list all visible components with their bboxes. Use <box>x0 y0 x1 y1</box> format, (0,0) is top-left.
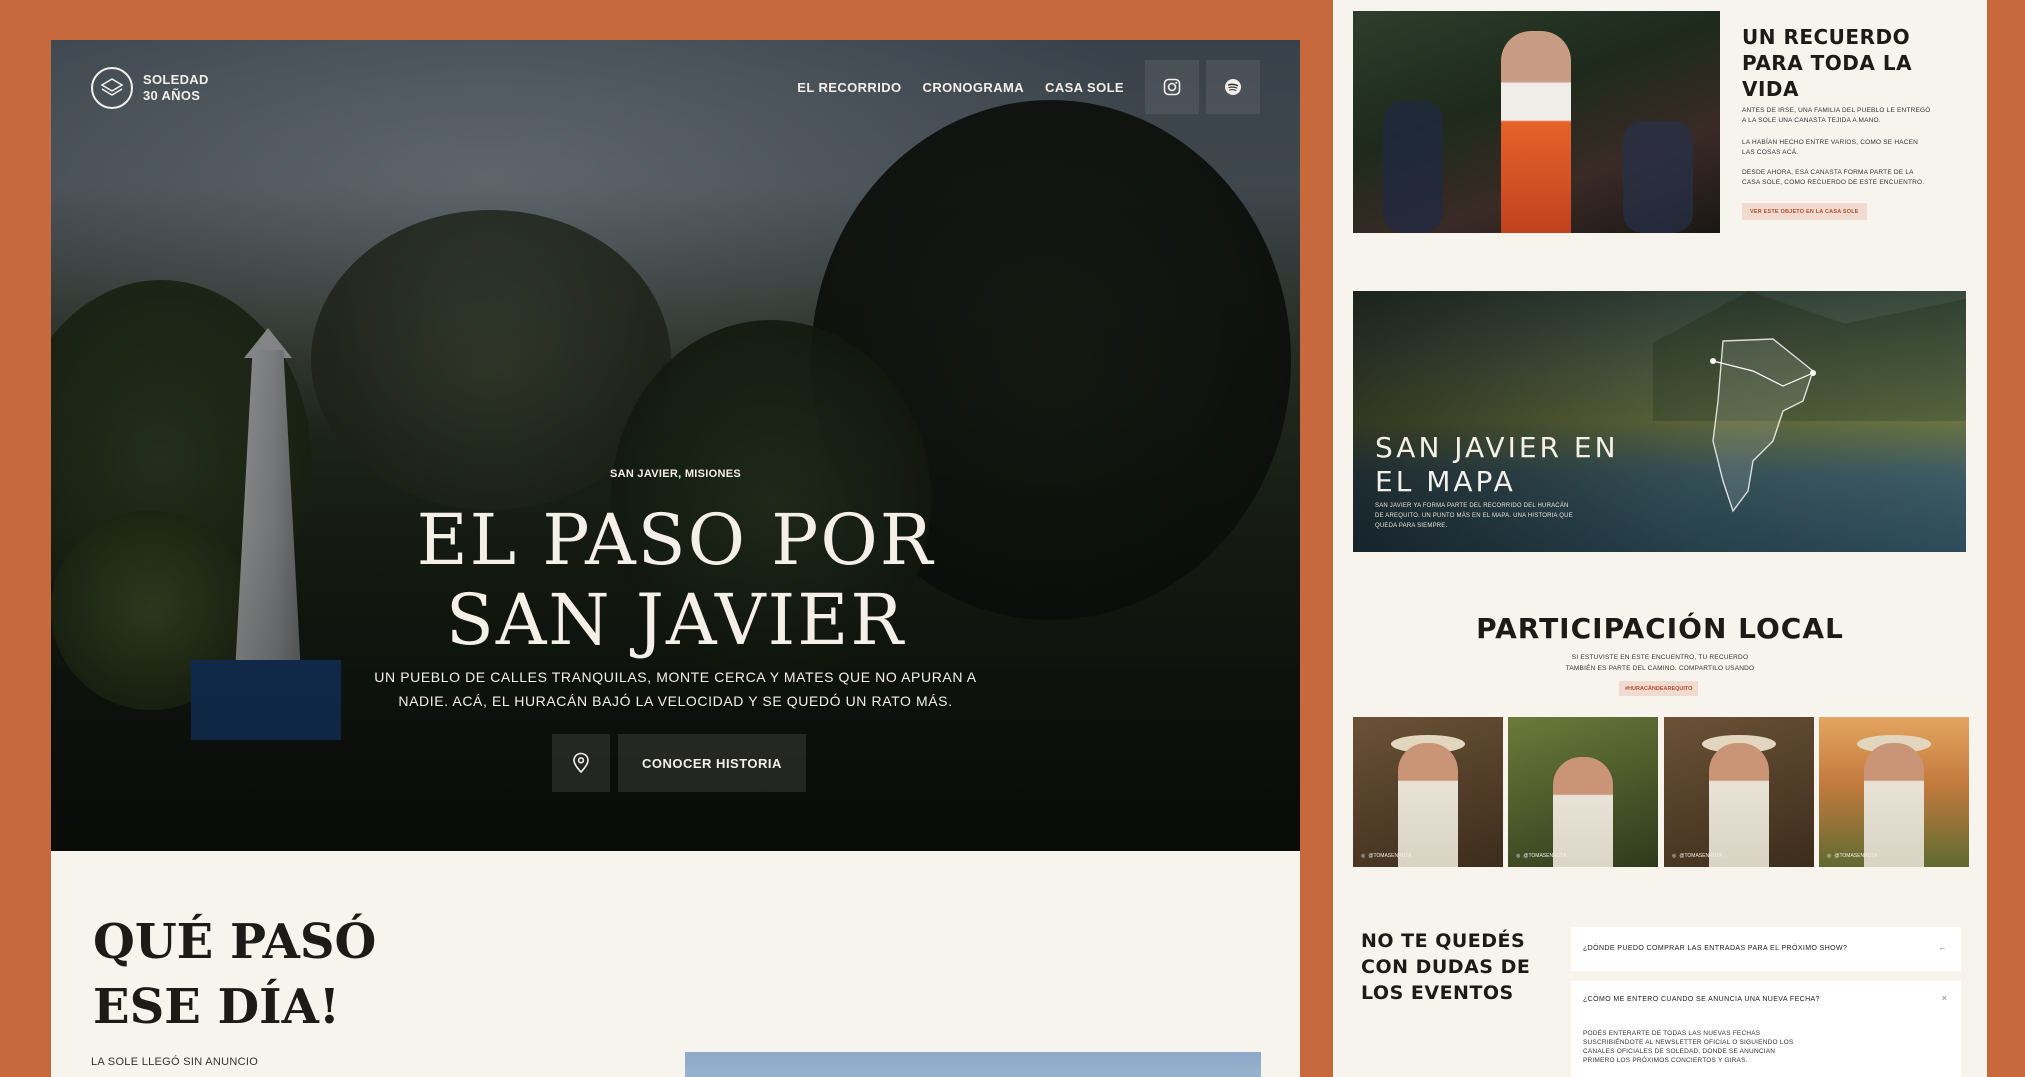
main-page: SOLEDAD 30 AÑOS EL RECORRIDO CRONOGRAMA … <box>51 40 1300 1077</box>
photo-handle: @TOMASENRUTA <box>1523 853 1567 859</box>
spotify-icon[interactable] <box>1206 60 1260 114</box>
concert-photo <box>1353 11 1720 233</box>
map-pin-icon[interactable] <box>552 734 610 792</box>
photo-handle: @TOMASENRUTA <box>1679 853 1723 859</box>
community-photo[interactable]: ◎ @TOMASENRUTA <box>1664 717 1814 867</box>
community-photo[interactable]: ◎ @TOMASENRUTA <box>1508 717 1658 867</box>
mapa-title-line2: EL MAPA <box>1375 465 1516 498</box>
participacion-sub-line2: TAMBIÉN ES PARTE DEL CAMINO. COMPARTILO … <box>1565 665 1755 672</box>
hero-section: SOLEDAD 30 AÑOS EL RECORRIDO CRONOGRAMA … <box>51 40 1300 851</box>
recuerdo-paragraph: LA HABÍAN HECHO ENTRE VARIOS, COMO SE HA… <box>1742 139 1919 156</box>
close-icon[interactable]: × <box>1942 993 1947 1003</box>
community-photo[interactable]: ◎ @TOMASENRUTA <box>1353 717 1503 867</box>
mapa-title-line1: SAN JAVIER EN <box>1375 431 1619 464</box>
nav-casa-sole[interactable]: CASA SOLE <box>1045 80 1124 95</box>
photo-handle: @TOMASENRUTA <box>1368 853 1412 859</box>
instagram-icon: ◎ <box>1827 853 1832 859</box>
map-card[interactable]: SAN JAVIER EN EL MAPA SAN JAVIER YA FORM… <box>1353 291 1966 552</box>
faq-question: ¿CÓMO ME ENTERO CUANDO SE ANUNCIA UNA NU… <box>1583 996 1820 1003</box>
recuerdo-paragraph: ANTES DE IRSE, UNA FAMILIA DEL PUEBLO LE… <box>1742 107 1931 124</box>
mapa-description: SAN JAVIER YA FORMA PARTE DEL RECORRIDO … <box>1375 503 1573 529</box>
faq-title: NO TE QUEDÉS CON DUDAS DE LOS EVENTOS <box>1361 928 1530 1006</box>
hero-location: SAN JAVIER, MISIONES <box>609 468 742 480</box>
logo-emblem-icon <box>91 67 133 109</box>
community-photo[interactable]: ◎ @TOMASENRUTA <box>1819 717 1969 867</box>
instagram-icon: ◎ <box>1672 853 1677 859</box>
instagram-icon[interactable] <box>1145 60 1199 114</box>
nav-cronograma[interactable]: CRONOGRAMA <box>923 80 1025 95</box>
hero-subtitle: UN PUEBLO DE CALLES TRANQUILAS, MONTE CE… <box>51 665 1300 713</box>
que-paso-title-line2: ESE DÍA! <box>93 979 340 1035</box>
hero-cta-group: CONOCER HISTORIA <box>552 734 806 792</box>
que-paso-image <box>685 1052 1261 1077</box>
faq-title-line2: CON DUDAS DE <box>1361 956 1531 978</box>
que-paso-title: QUÉ PASÓ ESE DÍA! <box>93 910 376 1040</box>
faq-item-expanded[interactable]: ¿CÓMO ME ENTERO CUANDO SE ANUNCIA UNA NU… <box>1571 981 1961 1077</box>
faq-title-line3: LOS EVENTOS <box>1361 982 1514 1004</box>
faq-answer: PODÉS ENTERARTE DE TODAS LAS NUEVAS FECH… <box>1583 1030 1794 1064</box>
recuerdo-paragraph: DESDE AHORA, ESA CANASTA FORMA PARTE DE … <box>1742 169 1925 186</box>
main-nav: EL RECORRIDO CRONOGRAMA CASA SOLE <box>797 60 1260 114</box>
arrow-left-icon[interactable]: ← <box>1938 942 1947 952</box>
argentina-map-outline <box>1710 338 1816 513</box>
instagram-icon: ◎ <box>1516 853 1521 859</box>
participacion-title: PARTICIPACIÓN LOCAL <box>1476 612 1844 645</box>
site-logo[interactable]: SOLEDAD 30 AÑOS <box>91 67 209 109</box>
faq-item[interactable]: ¿DÓNDE PUEDO COMPRAR LAS ENTRADAS PARA E… <box>1571 927 1961 971</box>
faq-question: ¿DÓNDE PUEDO COMPRAR LAS ENTRADAS PARA E… <box>1583 945 1848 952</box>
hero-title-line2: SAN JAVIER <box>445 579 906 661</box>
logo-line1: SOLEDAD <box>143 72 209 87</box>
instagram-icon: ◎ <box>1361 853 1366 859</box>
que-paso-body: LA SOLE LLEGÓ SIN ANUNCIO <box>91 1056 259 1068</box>
recuerdo-title: UN RECUERDO PARA TODA LA VIDA <box>1742 25 1913 101</box>
hashtag-badge[interactable]: #HURACÁNDEAREQUITO <box>1619 681 1699 696</box>
nav-el-recorrido[interactable]: EL RECORRIDO <box>797 80 901 95</box>
que-paso-title-line1: QUÉ PASÓ <box>93 914 377 970</box>
secondary-page: UN RECUERDO PARA TODA LA VIDA ANTES DE I… <box>1333 0 1987 1077</box>
singer-figure <box>1501 31 1571 233</box>
mapa-title: SAN JAVIER EN EL MAPA <box>1375 431 1619 499</box>
hero-subtitle-line1: UN PUEBLO DE CALLES TRANQUILAS, MONTE CE… <box>374 669 977 685</box>
hero-title: EL PASO POR SAN JAVIER <box>51 500 1300 660</box>
hero-subtitle-line2: NADIE. ACÁ, EL HURACÁN BAJÓ LA VELOCIDAD… <box>398 693 953 709</box>
conocer-historia-button[interactable]: CONOCER HISTORIA <box>618 734 806 792</box>
photo-handle: @TOMASENRUTA <box>1834 853 1878 859</box>
participacion-sub-line1: SI ESTUVISTE EN ESTE ENCUENTRO, TU RECUE… <box>1571 654 1749 661</box>
hero-title-line1: EL PASO POR <box>416 499 935 581</box>
ver-objeto-button[interactable]: VER ESTE OBJETO EN LA CASA SOLE <box>1742 203 1867 220</box>
faq-title-line1: NO TE QUEDÉS <box>1361 930 1526 952</box>
logo-line2: 30 AÑOS <box>143 88 201 103</box>
